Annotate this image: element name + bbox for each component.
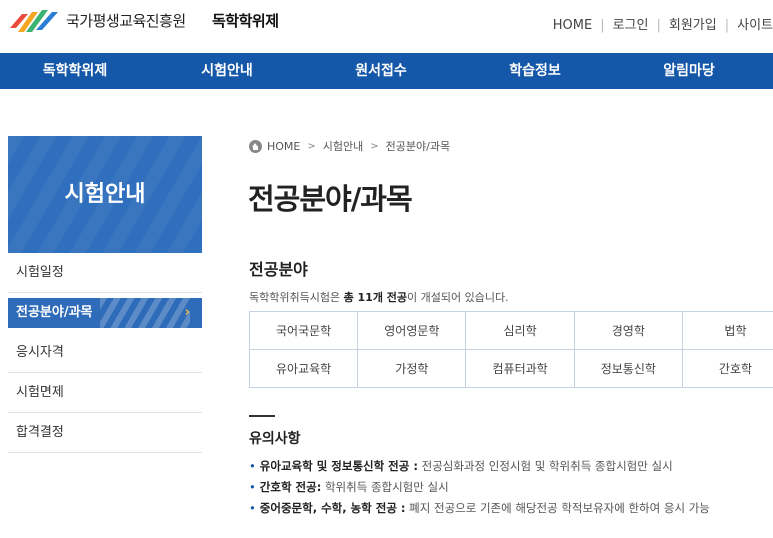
desc-suffix: 이 개설되어 있습니다.: [407, 291, 509, 304]
breadcrumb-home[interactable]: HOME: [267, 140, 300, 153]
major-cell[interactable]: 국어국문학: [248, 311, 359, 350]
note-text: 전공심화과정 인정시험 및 학위취득 종합시험만 실시: [417, 459, 673, 473]
chevron-right-icon: ›: [184, 305, 190, 320]
util-sitemap-link[interactable]: 사이트: [737, 18, 773, 33]
note-text: 폐지 전공으로 기존에 해당전공 학적보유자에 한하여 응시 가능: [405, 501, 710, 515]
notice-title: 유의사항: [249, 431, 301, 447]
gnb-item-exam-guide[interactable]: 시험안내: [150, 53, 304, 89]
section-description: 독학학위취득시험은 총 11개 전공이 개설되어 있습니다.: [249, 289, 509, 305]
org-name[interactable]: 국가평생교육진흥원: [66, 10, 186, 31]
list-item: • 유아교육학 및 정보통신학 전공 : 전공심화과정 인정시험 및 학위취득 종…: [249, 458, 710, 479]
majors-table: 국어국문학 영어영문학 심리학 경영학 법학 유아교육학 가정학 컴퓨터과학 정…: [248, 311, 773, 388]
note-bold: 유아교육학 및 정보통신학 전공 :: [259, 459, 418, 473]
table-row: 국어국문학 영어영문학 심리학 경영학 법학: [248, 311, 773, 350]
section-title: 전공분야: [249, 260, 308, 279]
major-cell[interactable]: 영어영문학: [357, 311, 467, 350]
sidebar-item-label: 합격결정: [16, 425, 64, 440]
breadcrumb: HOME > 시험안내 > 전공분야/과목: [249, 138, 450, 154]
logo-icon[interactable]: [8, 6, 60, 36]
table-row: 유아교육학 가정학 컴퓨터과학 정보통신학 간호학: [248, 349, 773, 388]
sidebar-item-eligibility[interactable]: 응시자격: [8, 333, 202, 373]
gnb-item-notice[interactable]: 알림마당: [612, 53, 766, 89]
major-cell[interactable]: 가정학: [357, 349, 467, 388]
chevron-right-icon: >: [307, 140, 316, 152]
active-item-pattern: [100, 298, 190, 328]
note-bold: 간호학 전공:: [259, 480, 322, 494]
major-cell[interactable]: 법학: [681, 311, 773, 350]
major-cell[interactable]: 경영학: [573, 311, 683, 350]
sidebar-item-label: 시험일정: [16, 265, 64, 280]
sidebar-title-text: 시험안내: [64, 182, 146, 207]
desc-highlight: 총 11개 전공: [343, 291, 408, 304]
page-title: 전공분야/과목: [248, 182, 413, 216]
site-name[interactable]: 독학학위제: [212, 10, 279, 31]
gnb-item-degree[interactable]: 독학학위제: [0, 53, 150, 89]
list-item: • 중어중문학, 수학, 농학 전공 : 폐지 전공으로 기존에 해당전공 학적보…: [249, 500, 710, 521]
sidebar-item-label: 응시자격: [16, 345, 64, 360]
major-cell[interactable]: 심리학: [465, 311, 575, 350]
sidebar-menu: 시험일정 전공분야/과목 › 응시자격 시험면제 합격결정: [8, 253, 202, 453]
sidebar-item-label: 전공분야/과목: [16, 305, 93, 320]
sidebar-item-exemption[interactable]: 시험면제: [8, 373, 202, 413]
util-home-link[interactable]: HOME: [553, 18, 592, 33]
utility-menu: HOME | 로그인 | 회원가입 | 사이트: [552, 18, 773, 33]
util-join-link[interactable]: 회원가입: [669, 18, 717, 33]
gnb-item-study-info[interactable]: 학습정보: [458, 53, 612, 89]
gnb-item-application[interactable]: 원서접수: [304, 53, 458, 89]
bullet-icon: •: [249, 459, 256, 473]
home-icon[interactable]: [249, 139, 262, 153]
note-text: 학위취득 종합시험만 실시: [321, 480, 449, 494]
site-header: 국가평생교육진흥원 독학학위제 HOME | 로그인 | 회원가입 | 사이트: [0, 0, 773, 52]
util-login-link[interactable]: 로그인: [613, 18, 649, 33]
desc-prefix: 독학학위취득시험은: [249, 291, 344, 304]
list-item: • 간호학 전공: 학위취득 종합시험만 실시: [249, 479, 710, 500]
chevron-right-icon: >: [370, 140, 379, 152]
sidebar-title: 시험안내: [8, 136, 202, 253]
bullet-icon: •: [249, 480, 256, 494]
breadcrumb-exam-guide[interactable]: 시험안내: [323, 138, 363, 154]
bullet-icon: •: [249, 501, 256, 515]
note-bold: 중어중문학, 수학, 농학 전공 :: [259, 501, 406, 515]
sidebar-item-label: 시험면제: [16, 385, 64, 400]
breadcrumb-current: 전공분야/과목: [385, 140, 451, 153]
major-cell[interactable]: 컴퓨터과학: [465, 349, 575, 388]
global-nav: 독학학위제 시험안내 원서접수 학습정보 알림마당: [0, 53, 773, 89]
sidebar-item-schedule[interactable]: 시험일정: [8, 253, 202, 293]
sidebar-item-majors[interactable]: 전공분야/과목 ›: [8, 298, 202, 328]
sidebar-item-pass[interactable]: 합격결정: [8, 413, 202, 453]
major-cell[interactable]: 정보통신학: [573, 349, 683, 388]
major-cell[interactable]: 유아교육학: [248, 349, 359, 388]
major-cell[interactable]: 간호학: [681, 349, 773, 388]
notice-list: • 유아교육학 및 정보통신학 전공 : 전공심화과정 인정시험 및 학위취득 종…: [249, 458, 710, 521]
section-divider: [249, 415, 275, 417]
